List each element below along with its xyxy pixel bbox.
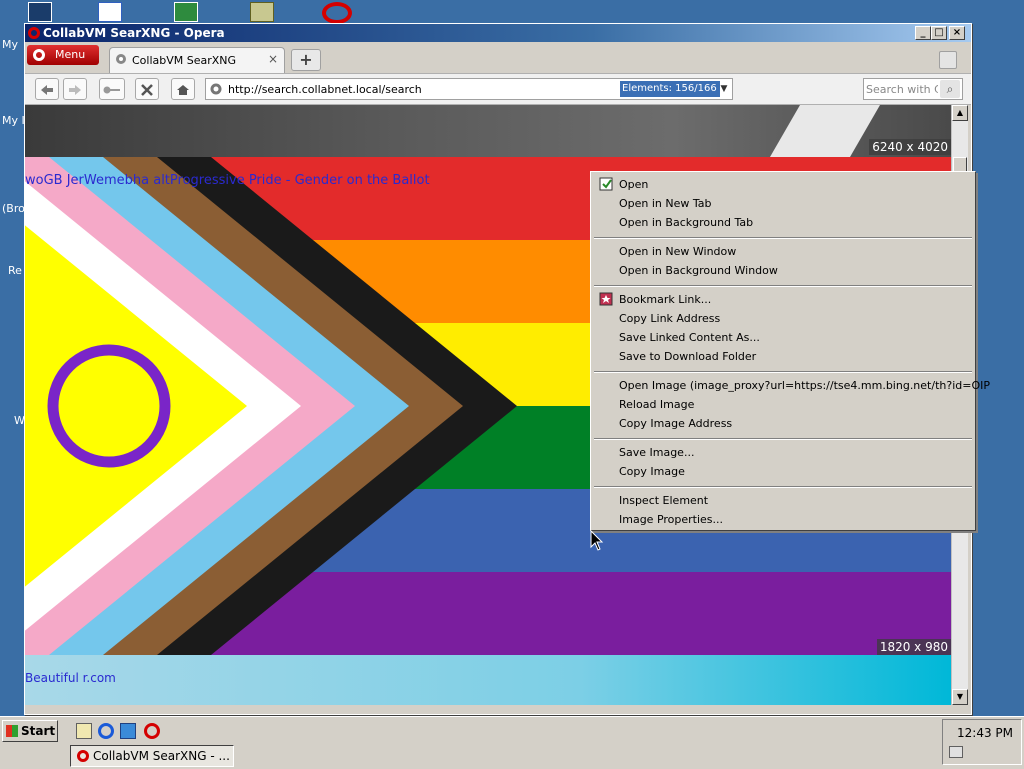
- key-icon: [103, 86, 120, 94]
- page-info-icon: [210, 83, 222, 95]
- search-placeholder: Search with Co: [866, 83, 938, 96]
- globe-icon: [116, 54, 126, 64]
- quicklaunch-ie-icon[interactable]: [98, 723, 114, 739]
- taskbar-item-label: CollabVM SearXNG - ...: [93, 749, 230, 763]
- road-marking-decoration: [769, 105, 881, 157]
- menu-item-image-properties[interactable]: Image Properties...: [619, 513, 723, 526]
- context-menu: Open Open in New Tab Open in Background …: [590, 171, 990, 531]
- opera-menu-button[interactable]: Menu: [27, 45, 99, 65]
- windows-logo-icon: [6, 725, 18, 737]
- system-tray: 12:43 PM: [942, 719, 1022, 765]
- result-title-link[interactable]: woGB JerWemebha altProgressive Pride - G…: [25, 173, 430, 188]
- key-button[interactable]: [99, 78, 125, 100]
- menu-separator: [594, 237, 972, 239]
- menu-item-open-background-tab[interactable]: Open in Background Tab: [619, 216, 753, 229]
- taskbar: Start CollabVM SearXNG - ... 12:43 PM: [0, 716, 1024, 769]
- menu-separator: [594, 371, 972, 373]
- elements-badge: Elements: 156/166: [620, 81, 720, 97]
- start-label: Start: [21, 724, 56, 738]
- menu-item-open-background-window[interactable]: Open in Background Window: [619, 264, 778, 277]
- x-icon: [141, 84, 153, 96]
- home-button[interactable]: [171, 78, 195, 100]
- quicklaunch-desktop-icon[interactable]: [76, 723, 92, 739]
- menu-separator: [594, 486, 972, 488]
- desktop-icon-1[interactable]: [28, 2, 52, 22]
- navigation-toolbar: http://search.collabnet.local/search Ele…: [25, 73, 971, 105]
- maximize-button[interactable]: □: [931, 26, 947, 40]
- trash-icon[interactable]: [939, 51, 957, 69]
- desktop-label: My: [2, 38, 19, 51]
- menu-separator: [594, 285, 972, 287]
- scroll-down-button[interactable]: ▼: [952, 689, 968, 705]
- menu-item-copy-link-address[interactable]: Copy Link Address: [619, 312, 720, 325]
- menu-label: Menu: [55, 48, 86, 61]
- menu-item-inspect-element[interactable]: Inspect Element: [619, 494, 708, 507]
- mouse-cursor-icon: [590, 530, 604, 551]
- menu-separator: [594, 438, 972, 440]
- stop-button[interactable]: [135, 78, 159, 100]
- status-bar: [25, 706, 971, 714]
- opera-logo-icon: [28, 27, 40, 39]
- clock[interactable]: 12:43 PM: [957, 726, 1013, 740]
- address-bar[interactable]: http://search.collabnet.local/search Ele…: [205, 78, 733, 100]
- taskbar-item-collabvm[interactable]: CollabVM SearXNG - ...: [70, 745, 234, 767]
- desktop-label: My I: [2, 114, 25, 127]
- tab-bar: Menu CollabVM SearXNG × +: [25, 43, 971, 73]
- arrow-right-icon: [69, 85, 81, 95]
- chevron-down-icon[interactable]: ▼: [718, 81, 730, 97]
- quicklaunch-opera-icon[interactable]: [144, 723, 160, 739]
- menu-item-open-new-window[interactable]: Open in New Window: [619, 245, 736, 258]
- minimize-button[interactable]: _: [915, 26, 931, 40]
- desktop-icon-2[interactable]: [98, 2, 122, 22]
- forward-button[interactable]: [63, 78, 87, 100]
- desktop-label: Re: [8, 264, 22, 277]
- scroll-up-button[interactable]: ▲: [952, 105, 968, 121]
- tab-label: CollabVM SearXNG: [132, 54, 237, 67]
- desktop-label: (Bro: [2, 202, 25, 215]
- result-source-link[interactable]: Beautiful r.com: [25, 671, 116, 685]
- quicklaunch-media-icon[interactable]: [120, 723, 136, 739]
- search-input[interactable]: Search with Co ⌕: [863, 78, 963, 100]
- tab-collabvm-searxng[interactable]: CollabVM SearXNG ×: [109, 47, 285, 73]
- network-icon[interactable]: [949, 746, 963, 758]
- new-tab-button[interactable]: +: [291, 49, 321, 71]
- result-image-bottom[interactable]: Beautiful r.com: [25, 655, 951, 705]
- start-button[interactable]: Start: [2, 720, 58, 742]
- menu-item-open-new-tab[interactable]: Open in New Tab: [619, 197, 712, 210]
- menu-item-copy-image-address[interactable]: Copy Image Address: [619, 417, 732, 430]
- menu-item-save-download-folder[interactable]: Save to Download Folder: [619, 350, 756, 363]
- menu-item-bookmark-link[interactable]: Bookmark Link...: [619, 293, 711, 306]
- menu-item-save-linked-content[interactable]: Save Linked Content As...: [619, 331, 760, 344]
- menu-item-open[interactable]: Open: [619, 178, 648, 191]
- search-icon[interactable]: ⌕: [940, 80, 960, 98]
- opera-logo-icon: [77, 750, 89, 762]
- menu-item-save-image[interactable]: Save Image...: [619, 446, 694, 459]
- address-text: http://search.collabnet.local/search: [228, 83, 422, 96]
- result-image-top[interactable]: 6240 x 4020: [25, 105, 951, 157]
- desktop-icon-3[interactable]: [174, 2, 198, 22]
- desktop-icon-4[interactable]: [250, 2, 274, 22]
- close-button[interactable]: ×: [949, 26, 965, 40]
- image-dimensions-label: 6240 x 4020: [869, 139, 951, 155]
- image-dimensions-label: 1820 x 980: [876, 639, 951, 655]
- desktop-opera-icon[interactable]: [322, 2, 352, 24]
- title-bar[interactable]: CollabVM SearXNG - Opera _ □ ×: [25, 24, 971, 42]
- back-button[interactable]: [35, 78, 59, 100]
- arrow-left-icon: [41, 85, 53, 95]
- home-icon: [177, 85, 189, 95]
- open-icon: [599, 177, 613, 191]
- opera-logo-icon: [33, 49, 45, 61]
- menu-item-copy-image[interactable]: Copy Image: [619, 465, 685, 478]
- menu-item-open-image[interactable]: Open Image (image_proxy?url=https://tse4…: [619, 379, 990, 392]
- menu-item-reload-image[interactable]: Reload Image: [619, 398, 694, 411]
- bookmark-icon: [599, 292, 613, 306]
- window-title: CollabVM SearXNG - Opera: [43, 26, 225, 40]
- tab-close-icon[interactable]: ×: [268, 52, 278, 66]
